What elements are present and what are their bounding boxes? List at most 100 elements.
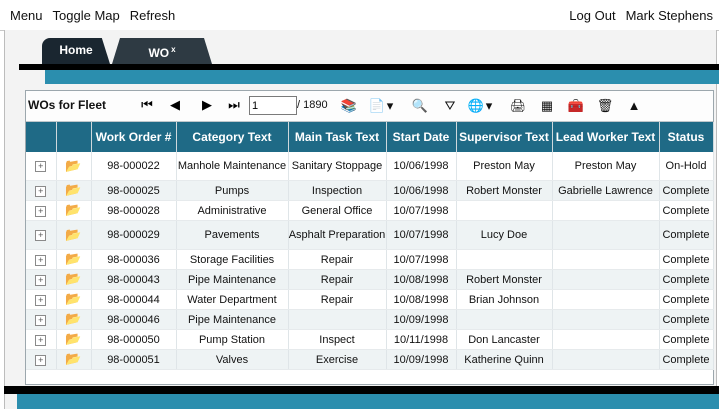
report-dropdown-icon[interactable]: ▾ bbox=[385, 96, 395, 116]
next-page-icon[interactable]: ▶ bbox=[198, 96, 216, 114]
expand-icon[interactable]: + bbox=[35, 354, 47, 366]
cell-status: Complete bbox=[659, 349, 714, 370]
open-folder-icon[interactable]: 📂 bbox=[65, 158, 81, 173]
cell-lead bbox=[552, 249, 660, 270]
filter-icon[interactable]: ⛛ bbox=[440, 96, 460, 116]
table-row[interactable]: + 📂 98-000025 Pumps Inspection 10/06/199… bbox=[26, 180, 714, 201]
refresh-link[interactable]: Refresh bbox=[130, 8, 176, 23]
cell-supervisor: Preston May bbox=[456, 152, 553, 181]
expand-icon[interactable]: + bbox=[35, 314, 47, 326]
tab-wo[interactable]: WO x bbox=[112, 38, 212, 64]
globe-dropdown-icon[interactable]: ▾ bbox=[484, 96, 494, 116]
col-supervisor[interactable]: Supervisor Text bbox=[456, 122, 553, 152]
table-row[interactable]: + 📂 98-000050 Pump Station Inspect 10/11… bbox=[26, 329, 714, 350]
toggle-map-link[interactable]: Toggle Map bbox=[53, 8, 120, 23]
cell-task: Asphalt Preparation bbox=[288, 220, 387, 250]
cell-task bbox=[288, 309, 387, 330]
cell-category: Water Department bbox=[176, 289, 289, 310]
print-icon[interactable]: 🖨 bbox=[508, 96, 528, 116]
cell-category: Pipe Maintenance bbox=[176, 309, 289, 330]
col-work-order[interactable]: Work Order # bbox=[91, 122, 177, 152]
expand-icon[interactable]: + bbox=[35, 205, 47, 217]
cell-lead bbox=[552, 309, 660, 330]
expand-icon[interactable]: + bbox=[35, 254, 47, 266]
cell-category: Administrative bbox=[176, 200, 289, 221]
table-row[interactable]: + 📂 98-000043 Pipe Maintenance Repair 10… bbox=[26, 269, 714, 290]
col-category[interactable]: Category Text bbox=[176, 122, 289, 152]
cell-supervisor: Lucy Doe bbox=[456, 220, 553, 250]
expand-icon[interactable]: + bbox=[35, 274, 47, 286]
expand-icon[interactable]: + bbox=[35, 161, 47, 172]
cell-date: 10/09/1998 bbox=[386, 349, 457, 370]
col-main-task[interactable]: Main Task Text bbox=[288, 122, 387, 152]
cell-wo: 98-000029 bbox=[91, 220, 177, 250]
tab-home[interactable]: Home bbox=[42, 38, 110, 64]
cell-wo: 98-000036 bbox=[91, 249, 177, 270]
cell-status: Complete bbox=[659, 180, 714, 201]
open-folder-icon[interactable]: 📂 bbox=[65, 182, 81, 197]
cell-wo: 98-000051 bbox=[91, 349, 177, 370]
table-row[interactable]: + 📂 98-000022 Manhole Maintenance Sanita… bbox=[26, 152, 714, 181]
cell-lead bbox=[552, 289, 660, 310]
cell-supervisor bbox=[456, 249, 553, 270]
cell-task: Sanitary Stoppage bbox=[288, 152, 387, 181]
table-row[interactable]: + 📂 98-000028 Administrative General Off… bbox=[26, 200, 714, 221]
report-icon[interactable]: 📄 bbox=[367, 96, 387, 116]
logout-link[interactable]: Log Out bbox=[569, 8, 615, 23]
cell-supervisor: Robert Monster bbox=[456, 269, 553, 290]
open-folder-icon[interactable]: 📂 bbox=[65, 291, 81, 306]
col-expand bbox=[26, 122, 57, 152]
expand-icon[interactable]: + bbox=[35, 230, 47, 241]
cell-status: Complete bbox=[659, 269, 714, 290]
cell-wo: 98-000050 bbox=[91, 329, 177, 350]
layers-icon[interactable]: 📚 bbox=[339, 96, 359, 116]
table-row[interactable]: + 📂 98-000044 Water Department Repair 10… bbox=[26, 289, 714, 310]
col-start-date[interactable]: Start Date bbox=[386, 122, 457, 152]
table-row[interactable]: + 📂 98-000029 Pavements Asphalt Preparat… bbox=[26, 220, 714, 250]
cell-category: Valves bbox=[176, 349, 289, 370]
cell-date: 10/07/1998 bbox=[386, 249, 457, 270]
cell-status: Complete bbox=[659, 329, 714, 350]
cell-date: 10/08/1998 bbox=[386, 289, 457, 310]
open-folder-icon[interactable]: 📂 bbox=[65, 251, 81, 266]
header-band bbox=[45, 70, 719, 84]
delete-icon[interactable]: 🗑 bbox=[595, 96, 615, 116]
navigate-icon[interactable]: ▲ bbox=[624, 96, 644, 116]
cell-date: 10/07/1998 bbox=[386, 220, 457, 250]
cell-lead bbox=[552, 220, 660, 250]
expand-icon[interactable]: + bbox=[35, 334, 47, 346]
expand-icon[interactable]: + bbox=[35, 185, 47, 197]
prev-page-icon[interactable]: ◀ bbox=[166, 96, 184, 114]
toolbox-icon[interactable]: 🧰 bbox=[566, 96, 586, 116]
tab-close-icon[interactable]: x bbox=[171, 45, 175, 54]
col-status[interactable]: Status bbox=[659, 122, 714, 152]
expand-icon[interactable]: + bbox=[35, 294, 47, 306]
open-folder-icon[interactable]: 📂 bbox=[65, 271, 81, 286]
cell-status: Complete bbox=[659, 289, 714, 310]
cell-status: Complete bbox=[659, 249, 714, 270]
col-lead-worker[interactable]: Lead Worker Text bbox=[552, 122, 660, 152]
open-folder-icon[interactable]: 📂 bbox=[65, 202, 81, 217]
table-row[interactable]: + 📂 98-000046 Pipe Maintenance 10/09/199… bbox=[26, 309, 714, 330]
last-page-icon[interactable]: ⏭ bbox=[225, 96, 243, 114]
top-menu-bar: Menu Toggle Map Refresh Log Out Mark Ste… bbox=[0, 0, 719, 31]
first-page-icon[interactable]: ⏮ bbox=[138, 96, 156, 114]
zoom-icon[interactable]: 🔍 bbox=[410, 96, 430, 116]
export-icon[interactable]: ▦ bbox=[537, 96, 557, 116]
cell-lead bbox=[552, 200, 660, 221]
page-number-input[interactable] bbox=[249, 96, 297, 115]
open-folder-icon[interactable]: 📂 bbox=[65, 351, 81, 366]
open-folder-icon[interactable]: 📂 bbox=[65, 227, 81, 242]
table-row[interactable]: + 📂 98-000051 Valves Exercise 10/09/1998… bbox=[26, 349, 714, 370]
cell-category: Storage Facilities bbox=[176, 249, 289, 270]
open-folder-icon[interactable]: 📂 bbox=[65, 331, 81, 346]
open-folder-icon[interactable]: 📂 bbox=[65, 311, 81, 326]
cell-supervisor: Don Lancaster bbox=[456, 329, 553, 350]
cell-lead: Preston May bbox=[552, 152, 660, 181]
table-row[interactable]: + 📂 98-000036 Storage Facilities Repair … bbox=[26, 249, 714, 270]
globe-icon[interactable]: 🌐 bbox=[466, 96, 486, 116]
cell-task: Repair bbox=[288, 289, 387, 310]
cell-task: Exercise bbox=[288, 349, 387, 370]
menu-link[interactable]: Menu bbox=[10, 8, 43, 23]
cell-date: 10/09/1998 bbox=[386, 309, 457, 330]
